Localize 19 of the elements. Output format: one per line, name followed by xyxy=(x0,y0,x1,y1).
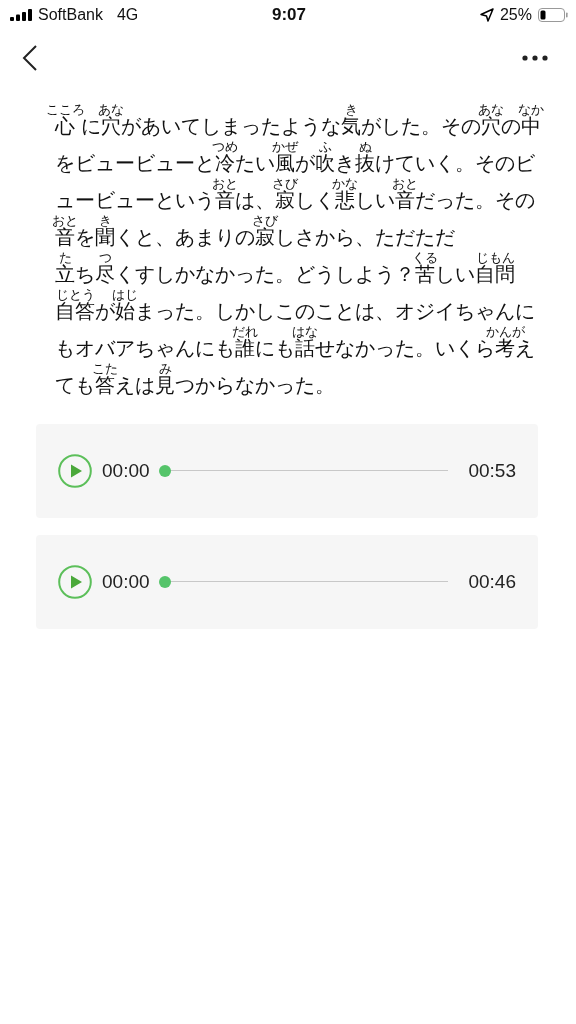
carrier-name: SoftBank xyxy=(38,6,103,24)
network-type: 4G xyxy=(116,6,139,24)
battery-icon xyxy=(538,8,568,22)
play-button[interactable] xyxy=(58,454,92,488)
current-time: 00:00 xyxy=(102,571,150,593)
signal-icon xyxy=(10,9,32,21)
duration-time: 00:53 xyxy=(468,460,516,482)
play-button[interactable] xyxy=(58,565,92,599)
progress-slider[interactable] xyxy=(159,465,449,477)
progress-slider[interactable] xyxy=(159,576,449,588)
current-time: 00:00 xyxy=(102,460,150,482)
duration-time: 00:46 xyxy=(468,571,516,593)
more-icon[interactable] xyxy=(522,55,548,61)
story-paragraph: 心 こころ に穴 あな があいてしまったような気 き がした。その穴 あな の中 なか をビュービューと 冷 つめ たい風 かぜ が吹 ふ き抜 ぬ けていく。そのビ ュービューという 音 おと は、寂 さび しく 悲 かな しい音 おと だった。その 音 おと を聞 き くと、あまりの寂 さび しさから、ただただ 立 た ち尽 つ くすしかなかった。どうしよう？苦 くる しい自問 じもん 自答 じとう が始 はじ まった。しかしこのことは、オジイちゃんに もオバアちゃんにも誰 だれ にも話 はな せなかった。いくら考 かんが え ても答 こた えは見 み つからなかった。 xyxy=(44,100,546,399)
slider-thumb[interactable] xyxy=(158,576,171,588)
clock-time: 9:07 xyxy=(272,5,306,25)
location-arrow-icon xyxy=(479,8,494,22)
slider-thumb[interactable] xyxy=(158,465,171,477)
battery-percent: 25% xyxy=(499,6,532,24)
